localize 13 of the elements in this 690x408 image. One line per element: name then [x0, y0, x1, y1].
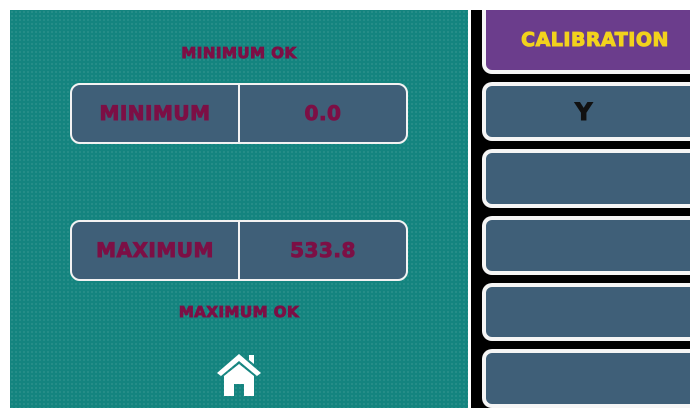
home-icon[interactable]: [215, 351, 263, 397]
reading-label: MAXIMUM: [96, 237, 214, 264]
reading-value: 533.8: [290, 237, 356, 264]
menu-header-button[interactable]: CALIBRATION: [482, 10, 690, 74]
menu-button[interactable]: [482, 349, 690, 408]
menu-button[interactable]: [482, 282, 690, 342]
reading-value: 0.0: [304, 100, 342, 127]
reading-label: MINIMUM: [99, 100, 211, 127]
status-text: MAXIMUM OK: [178, 302, 300, 322]
status-text: MINIMUM OK: [181, 43, 297, 64]
menu-button[interactable]: [482, 149, 690, 208]
menu-button[interactable]: [482, 216, 690, 275]
menu-button[interactable]: Y: [482, 82, 690, 142]
